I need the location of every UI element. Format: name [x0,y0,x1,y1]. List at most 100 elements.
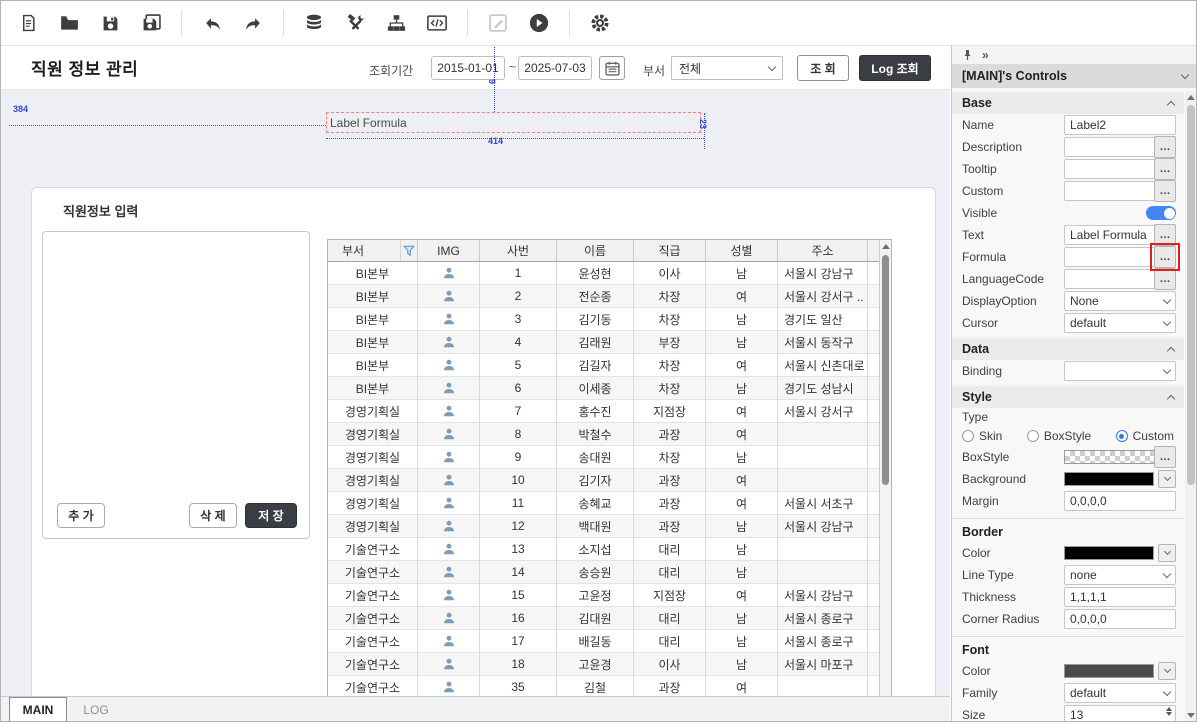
panel-scroll-thumb[interactable] [1187,105,1195,485]
cell-position[interactable]: 차장 [634,354,706,377]
cell-gender[interactable]: 여 [706,400,778,423]
save-icon[interactable] [99,12,121,34]
prop-color-color-swatch[interactable] [1064,546,1154,560]
grid-row[interactable]: 경영기획실9송대원차장남 [328,446,881,469]
undo-icon[interactable] [201,12,223,34]
cell-address[interactable]: 서울시 종로구 [778,607,868,630]
cell-gender[interactable]: 여 [706,492,778,515]
cell-img[interactable] [418,354,480,377]
cell-name[interactable]: 고윤정 [557,584,634,607]
prop-family-select[interactable]: default [1064,683,1176,703]
cell-dept[interactable]: 기술연구소 [328,607,418,630]
section-header-base[interactable]: Base [952,92,1184,114]
prop-displayoption-select[interactable]: None [1064,291,1176,311]
cell-gender[interactable]: 여 [706,354,778,377]
cell-gender[interactable]: 남 [706,561,778,584]
cell-gender[interactable]: 남 [706,630,778,653]
cell-address[interactable]: 서울시 강남구 [778,262,868,285]
spinner-arrows[interactable] [1166,707,1172,716]
cell-address[interactable]: 서울시 강남구 [778,515,868,538]
cell-address[interactable]: 서울시 서초구 [778,492,868,515]
cell-dept[interactable]: 경영기획실 [328,515,418,538]
grid-row[interactable]: BI본부6이세종차장남경기도 성남시 [328,377,881,400]
scroll-up-arrow[interactable] [882,244,890,249]
section-header-data[interactable]: Data [952,338,1184,360]
cell-dept[interactable]: 경영기획실 [328,446,418,469]
cell-address[interactable]: 서울시 신촌대로 [778,354,868,377]
cell-dept[interactable]: 기술연구소 [328,561,418,584]
column-header-IMG[interactable]: IMG [418,240,480,261]
grid-row[interactable]: 기술연구소17배길동대리남서울시 종로구 [328,630,881,653]
cell-dept[interactable]: 기술연구소 [328,653,418,676]
cell-position[interactable]: 과장 [634,469,706,492]
grid-row[interactable]: 경영기획실7홍수진지점장여서울시 강서구 [328,400,881,423]
redo-icon[interactable] [242,12,264,34]
search-button[interactable]: 조 회 [797,55,849,81]
radio-skin[interactable]: Skin [962,429,1002,443]
prop-color-color-swatch[interactable] [1064,664,1154,678]
prop-visible-toggle[interactable] [1146,206,1176,220]
database-icon[interactable] [303,12,325,34]
scroll-up-arrow[interactable] [1187,95,1195,100]
save-button[interactable]: 저 장 [245,503,297,528]
cell-emp-no[interactable]: 3 [480,308,557,331]
cell-img[interactable] [418,561,480,584]
cell-gender[interactable]: 여 [706,423,778,446]
run-icon[interactable] [528,12,550,34]
radio-custom[interactable]: Custom [1116,429,1174,443]
cell-name[interactable]: 백대원 [557,515,634,538]
panel-title-bar[interactable]: [MAIN]'s Controls [952,64,1197,88]
prop-boxstyle-ellipsis-button[interactable]: … [1154,446,1176,468]
cell-emp-no[interactable]: 6 [480,377,557,400]
cell-name[interactable]: 송혜교 [557,492,634,515]
cell-gender[interactable]: 여 [706,584,778,607]
settings-icon[interactable] [589,12,611,34]
cell-emp-no[interactable]: 4 [480,331,557,354]
cell-img[interactable] [418,331,480,354]
cell-name[interactable]: 김길자 [557,354,634,377]
cell-gender[interactable]: 남 [706,515,778,538]
cell-emp-no[interactable]: 17 [480,630,557,653]
cell-img[interactable] [418,377,480,400]
delete-button[interactable]: 삭 제 [189,503,237,528]
cell-img[interactable] [418,630,480,653]
cell-gender[interactable]: 남 [706,607,778,630]
cell-img[interactable] [418,584,480,607]
cell-name[interactable]: 송대원 [557,446,634,469]
section-header-border[interactable]: Border [952,518,1184,542]
cell-address[interactable] [778,423,868,446]
cell-dept[interactable]: BI본부 [328,308,418,331]
grid-row[interactable]: 기술연구소14송승원대리남 [328,561,881,584]
cell-address[interactable]: 서울시 종로구 [778,630,868,653]
prop-name-input[interactable]: Label2 [1064,115,1176,135]
sitemap-icon[interactable] [385,12,407,34]
cell-address[interactable]: 서울시 동작구 [778,331,868,354]
cell-position[interactable]: 과장 [634,423,706,446]
cell-address[interactable]: 서울시 강서구 [778,400,868,423]
cell-address[interactable] [778,561,868,584]
cell-dept[interactable]: BI본부 [328,285,418,308]
cell-emp-no[interactable]: 5 [480,354,557,377]
column-header-주소[interactable]: 주소 [778,240,868,261]
column-header-사번[interactable]: 사번 [480,240,557,261]
pin-icon[interactable] [962,49,973,61]
cell-name[interactable]: 홍수진 [557,400,634,423]
cell-emp-no[interactable]: 7 [480,400,557,423]
cell-gender[interactable]: 남 [706,377,778,400]
cell-emp-no[interactable]: 11 [480,492,557,515]
cell-emp-no[interactable]: 14 [480,561,557,584]
cell-emp-no[interactable]: 10 [480,469,557,492]
cell-name[interactable]: 김기자 [557,469,634,492]
vertical-scroll-thumb[interactable] [882,255,889,485]
cell-img[interactable] [418,446,480,469]
cell-img[interactable] [418,538,480,561]
cell-dept[interactable]: BI본부 [328,331,418,354]
prop-line-type-select[interactable]: none [1064,565,1176,585]
cell-emp-no[interactable]: 16 [480,607,557,630]
prop-corner-radius-input[interactable]: 0,0,0,0 [1064,609,1176,629]
collapse-panel-icon[interactable]: » [982,48,989,62]
cell-gender[interactable]: 여 [706,469,778,492]
cell-address[interactable]: 서울시 강남구 [778,584,868,607]
tab-log[interactable]: LOG [67,697,125,722]
code-icon[interactable] [426,12,448,34]
